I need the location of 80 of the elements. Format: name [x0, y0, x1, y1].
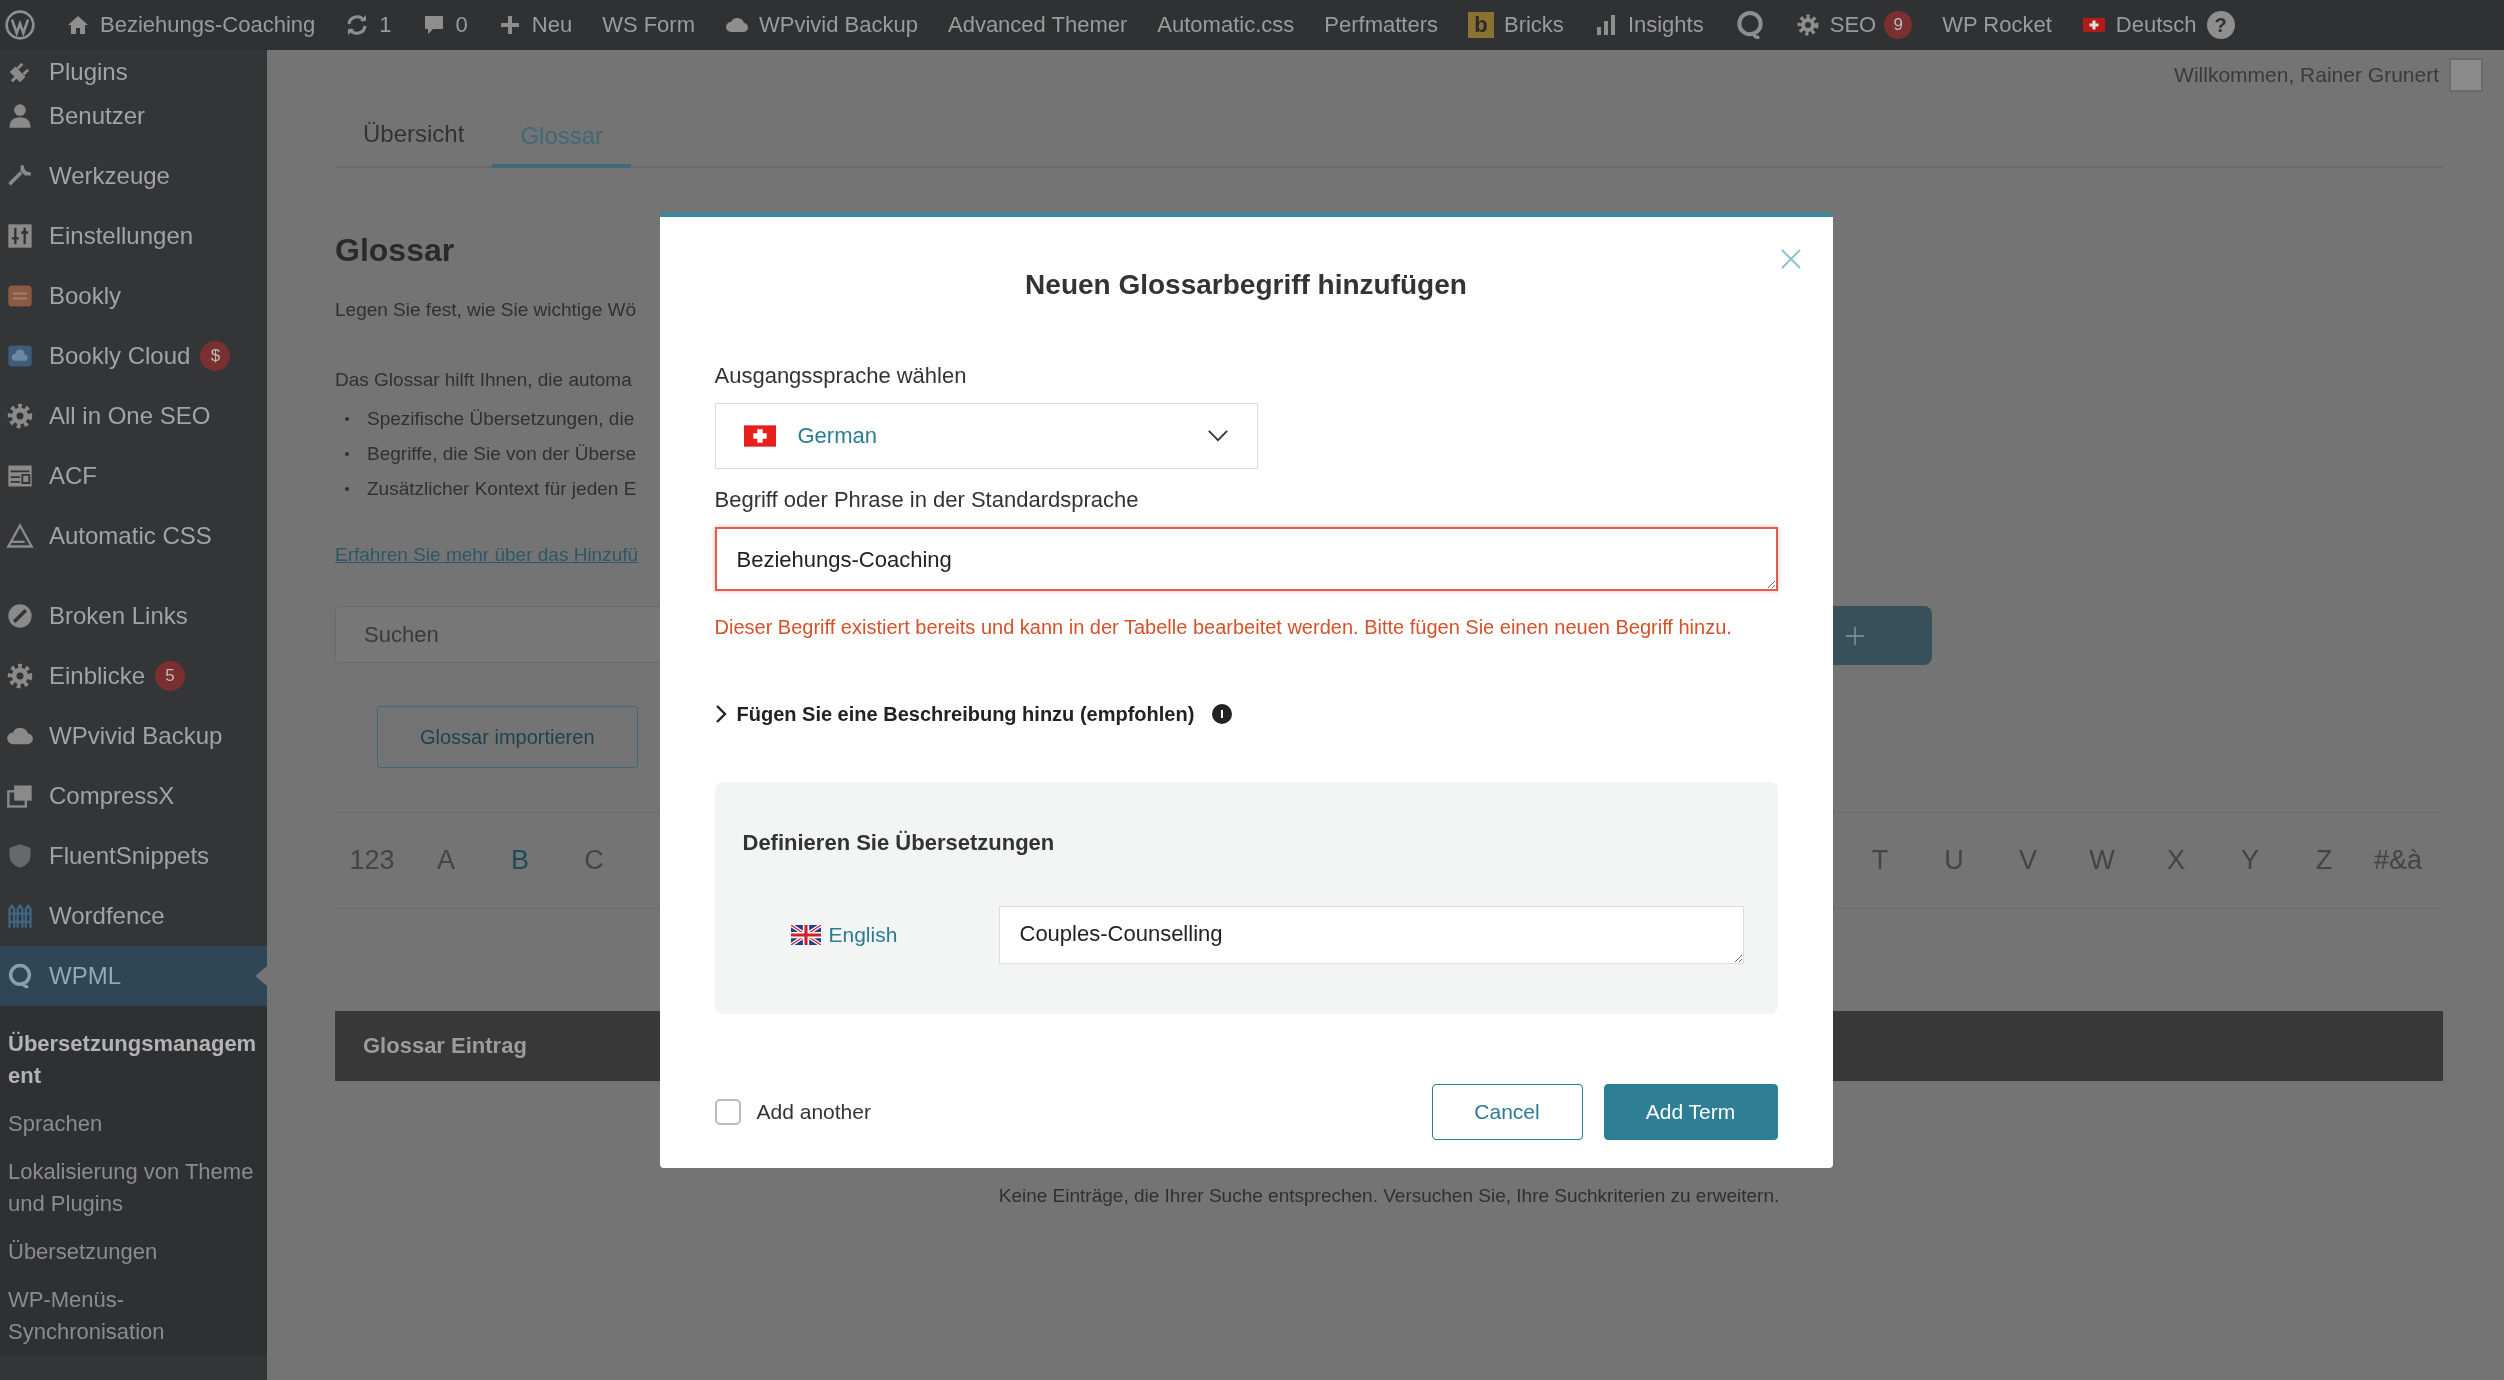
info-icon	[1212, 704, 1233, 724]
toolbar-link[interactable]: Insights	[1627, 12, 1704, 38]
sidebar-item[interactable]: WPML	[0, 946, 267, 1006]
logo-icon[interactable]	[4, 9, 36, 41]
column-header: Glossar Eintrag	[363, 1033, 527, 1059]
field-label: Begriff oder Phrase in der Standardsprache	[714, 486, 1140, 513]
chevron-down-icon	[1206, 429, 1229, 442]
tab[interactable]: Übersicht	[335, 120, 493, 166]
gear-icon	[6, 662, 34, 690]
gear-icon	[6, 402, 34, 430]
sidebar-item[interactable]: Broken Links	[0, 586, 267, 646]
toolbar-link[interactable]: SEO	[1829, 12, 1877, 38]
logo-icon: b	[1468, 12, 1494, 38]
toolbar-link[interactable]: 0	[455, 12, 468, 38]
toolbar-link[interactable]: Neu	[531, 12, 573, 38]
toolbar-link[interactable]: Perfmatters	[1324, 12, 1438, 38]
sidebar-item[interactable]: Plugins	[0, 50, 267, 86]
chevron-right-icon	[714, 704, 727, 724]
language-link[interactable]: English	[828, 922, 898, 947]
pointer-icon	[255, 966, 267, 986]
cancel-button[interactable]: Cancel	[1431, 1083, 1583, 1140]
gear-icon[interactable]	[1795, 13, 1820, 37]
sidebar-item[interactable]: Einstellungen	[0, 206, 267, 266]
intro-text: Legen Sie fest, wie Sie wichtige Wö	[335, 299, 636, 321]
empty-message: Keine Einträge, die Ihrer Suche entsprechen. Versuchen Sie, Ihre Suchkriterien zu erweitern.	[997, 1185, 1781, 1207]
bullet-item: Begriffe, die Sie von der Überse	[345, 436, 637, 471]
term-field[interactable]: Beziehungs-Coaching	[714, 526, 1778, 591]
toolbar-link[interactable]: Deutsch	[2115, 12, 2197, 38]
toolbar-link[interactable]: WS Form	[602, 12, 695, 38]
bullet-item: Spezifische Übersetzungen, die	[345, 401, 637, 436]
sidebar-item[interactable]: Werkzeuge	[0, 146, 267, 206]
help-button[interactable]: ?	[2206, 11, 2235, 39]
triangle-icon	[6, 522, 34, 550]
submit-button[interactable]: Add Term	[1603, 1083, 1778, 1140]
flag-icon	[743, 424, 776, 447]
toolbar-link[interactable]: 1	[379, 12, 392, 38]
language-select[interactable]: German	[714, 402, 1258, 469]
toolbar-link[interactable]: WP Rocket	[1942, 12, 2052, 38]
toolbar-link[interactable]: Beziehungs-Coaching	[100, 12, 316, 38]
dialog-title: Neuen Glossarbegriff hinzufügen	[1024, 268, 1468, 301]
sidebar-item[interactable]: WPvivid Backup	[0, 706, 267, 766]
count-badge: 5	[155, 661, 186, 691]
toolbar-link[interactable]: Bricks	[1504, 12, 1564, 38]
home-icon[interactable]	[66, 13, 90, 37]
submenu-item[interactable]: Sprachen	[0, 1100, 267, 1148]
sidebar-item[interactable]: Bookly Cloud $	[0, 326, 267, 386]
lead-text: Das Glossar hilft Ihnen, die automa	[335, 369, 632, 391]
sidebar-item[interactable]: Automatic CSS	[0, 506, 267, 566]
toolbar-link[interactable]: WPvivid Backup	[759, 12, 918, 38]
loop-icon	[6, 962, 34, 990]
bullet-item: Zusätzlicher Kontext für jeden E	[345, 471, 637, 506]
sidebar-item[interactable]: CompressX	[0, 766, 267, 826]
submenu-item[interactable]: Lokalisierung von Theme und Plugins	[0, 1148, 267, 1228]
translation-field[interactable]: Couples-Counselling	[998, 905, 1744, 964]
description-toggle[interactable]: Fügen Sie eine Beschreibung hinzu (empfohlen)	[714, 702, 1233, 726]
panel-title: Definieren Sie Übersetzungen	[742, 829, 1056, 856]
checkbox-label[interactable]: Add another	[756, 1099, 871, 1124]
field-label: Ausgangssprache wählen	[714, 362, 968, 389]
sidebar-item[interactable]: Benutzer	[0, 86, 267, 146]
error-message: Dieser Begriff existiert bereits und kann in der Tabelle bearbeitet werden. Bitte fügen Sie einen neuen Begriff hinzu.	[714, 615, 1733, 639]
flag-icon	[790, 924, 821, 945]
toolbar-link[interactable]: Automatic.css	[1157, 12, 1295, 38]
sidebar-item[interactable]: Wordfence	[0, 886, 267, 946]
toolbar-link[interactable]: Advanced Themer	[947, 12, 1128, 38]
submenu-item[interactable]: WP-Menüs-Synchronisation	[0, 1276, 267, 1356]
sidebar-item[interactable]: ACF	[0, 446, 267, 506]
submenu-item[interactable]: Übersetzungsmanagement	[0, 1020, 267, 1100]
sidebar-item[interactable]: Einblicke 5	[0, 646, 267, 706]
checkbox[interactable]	[714, 1098, 741, 1125]
page-title: Glossar	[335, 232, 455, 269]
sidebar-item[interactable]: FluentSnippets	[0, 826, 267, 886]
sliders-icon	[6, 222, 34, 250]
sidebar-item[interactable]: Bookly	[0, 266, 267, 326]
submenu-item[interactable]: Übersetzungen	[0, 1228, 267, 1276]
fence-icon	[6, 902, 34, 930]
plus-icon	[1844, 624, 1866, 647]
welcome-text: Willkommen, Rainer Grunert	[2174, 63, 2439, 87]
count-badge: $	[200, 341, 231, 371]
count-badge: 9	[1884, 11, 1913, 39]
sidebar-item[interactable]: All in One SEO	[0, 386, 267, 446]
